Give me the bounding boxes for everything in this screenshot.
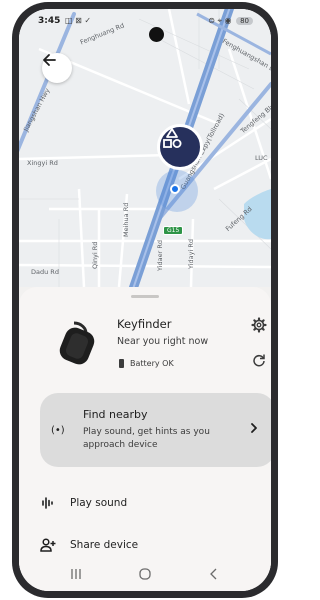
find-nearby-title: Find nearby [83, 408, 148, 421]
play-sound-label: Play sound [70, 497, 128, 509]
phone-frame: Fenghuang Rd Fenghuangshan Blvd Jiangsha… [12, 2, 278, 598]
route-badge: G15 [163, 226, 184, 235]
drag-handle[interactable] [131, 295, 159, 298]
map-label-yidayi-rd: Yidayi Rd [187, 238, 195, 269]
back-arrow-icon [43, 54, 56, 66]
front-camera [149, 27, 164, 42]
map-label-xingyi-rd: Xingyi Rd [27, 159, 58, 167]
map-label-luc: LUC [255, 154, 268, 162]
battery-level: 80 [236, 17, 253, 25]
chevron-right-icon [251, 423, 257, 433]
status-right-icons: ⊜ ⌖ ◉ 80 [208, 16, 253, 26]
map-label-meihua-rd: Meihua Rd [122, 202, 130, 237]
current-location-dot [170, 184, 180, 194]
status-signal-icons: ⊜ ⌖ ◉ [208, 16, 232, 25]
find-nearby-subtitle: Play sound, get hints as you approach de… [83, 427, 210, 450]
map-label-yidaer-rd: Yidaer Rd [156, 239, 164, 271]
sound-wave-icon [42, 497, 53, 509]
refresh-icon[interactable] [252, 353, 266, 367]
battery-status: Battery OK [119, 359, 174, 368]
status-left-icons: ◫ ⊠ ✓ [65, 16, 92, 25]
map-label-dadu-rd: Dadu Rd [31, 268, 59, 276]
back-button[interactable] [42, 53, 72, 83]
status-time: 3:45 [38, 16, 61, 26]
battery-label: Battery OK [130, 359, 174, 368]
map-label-qinyi-rd: Qinyi Rd [91, 241, 99, 269]
device-name: Keyfinder [117, 317, 172, 331]
battery-icon [119, 359, 124, 368]
map[interactable]: Fenghuang Rd Fenghuangshan Blvd Jiangsha… [19, 9, 271, 287]
keyfinder-image [59, 321, 95, 365]
nearby-signal-icon: (•) [51, 425, 65, 436]
recents-icon[interactable] [69, 567, 83, 581]
screen: Fenghuang Rd Fenghuangshan Blvd Jiangsha… [19, 9, 271, 591]
share-device-label: Share device [70, 539, 139, 551]
device-pin-icon[interactable] [157, 124, 203, 170]
gear-icon[interactable] [251, 317, 267, 333]
home-icon[interactable] [138, 567, 152, 581]
device-status: Near you right now [117, 336, 209, 347]
back-nav-icon[interactable] [207, 567, 221, 581]
share-device-button[interactable]: Share device [40, 537, 138, 553]
system-nav-bar [19, 557, 271, 591]
bottom-sheet: Keyfinder Near you right now Battery OK [19, 287, 271, 591]
shapes-icon [163, 128, 182, 148]
play-sound-button[interactable]: Play sound [40, 495, 127, 511]
add-person-icon [40, 538, 56, 552]
find-nearby-card[interactable]: (•) Find nearby Play sound, get hints as… [40, 393, 271, 467]
status-bar: 3:45 ◫ ⊠ ✓ ⊜ ⌖ ◉ 80 [19, 9, 271, 31]
